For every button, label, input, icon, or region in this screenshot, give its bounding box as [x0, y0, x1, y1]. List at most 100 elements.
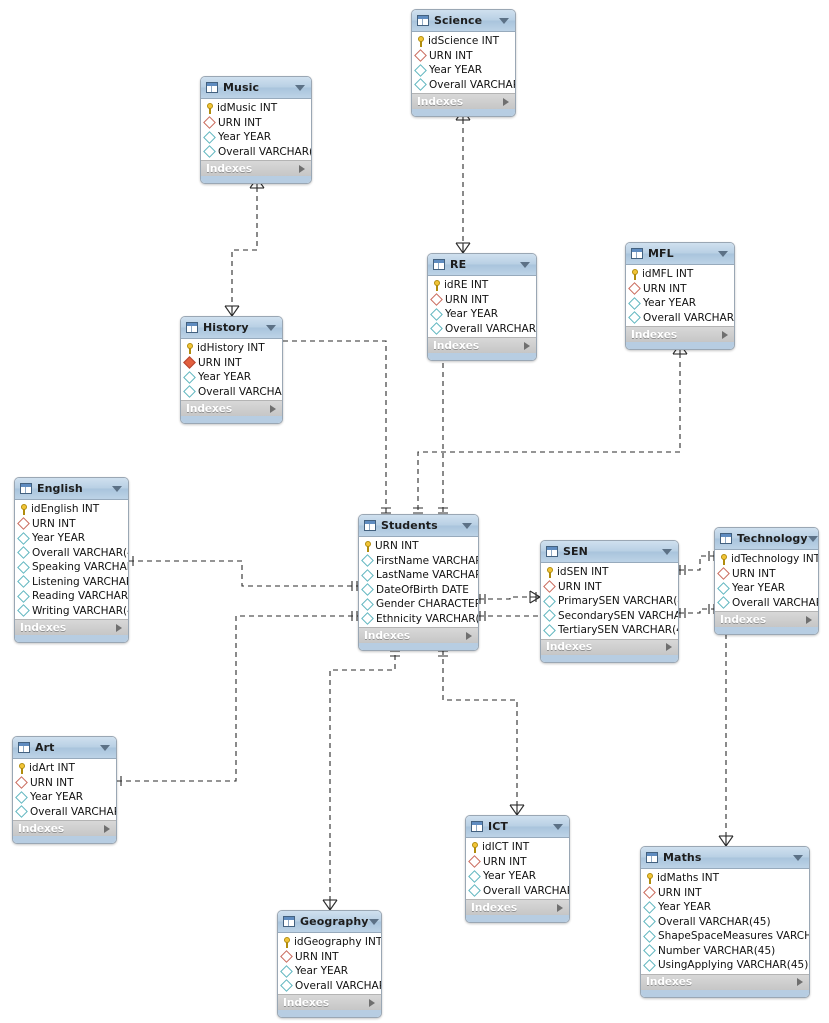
column-row[interactable]: idICT INT	[466, 840, 569, 855]
chevron-right-icon[interactable]	[104, 824, 110, 833]
table-header-mfl[interactable]: MFL	[626, 243, 734, 265]
indexes-bar-sen[interactable]: Indexes	[541, 638, 678, 655]
table-header-art[interactable]: Art	[13, 737, 116, 759]
entity-table-re[interactable]: RE idRE INT URN INT Year YEAR Overall VARCHA…	[427, 253, 537, 361]
chevron-right-icon[interactable]	[270, 404, 276, 413]
column-row[interactable]: Overall VARCHAR(45)	[13, 805, 116, 820]
entity-table-sen[interactable]: SEN idSEN INTURN INT PrimarySEN VARCHAR(45…	[540, 540, 679, 663]
entity-table-geography[interactable]: Geography idGeography INT URN INT Year YEAR…	[277, 910, 382, 1018]
indexes-bar-history[interactable]: Indexes	[181, 400, 282, 416]
column-row[interactable]: Year YEAR	[201, 130, 311, 145]
column-row[interactable]: Overall VARCHAR(45)	[278, 979, 381, 994]
column-row[interactable]: URN INT	[201, 116, 311, 131]
column-row[interactable]: idMFL INT	[626, 267, 734, 282]
column-row[interactable]: Overall VARCHAR(45)	[641, 915, 809, 930]
column-row[interactable]: idHistory INT	[181, 341, 282, 356]
column-row[interactable]: idGeography INT	[278, 935, 381, 950]
column-row[interactable]: Overall VARCHAR(45)	[626, 311, 734, 326]
chevron-right-icon[interactable]	[503, 97, 509, 106]
column-row[interactable]: FirstName VARCHAR(45)	[359, 554, 478, 569]
column-row[interactable]: URN INT	[626, 282, 734, 297]
column-row[interactable]: URN INT	[278, 950, 381, 965]
column-row[interactable]: Speaking VARCHAR(45)	[15, 560, 128, 575]
column-row[interactable]: Ethnicity VARCHAR(45)	[359, 612, 478, 627]
column-row[interactable]: LastName VARCHAR(45)	[359, 568, 478, 583]
indexes-bar-english[interactable]: Indexes	[15, 619, 128, 635]
chevron-right-icon[interactable]	[466, 631, 472, 640]
chevron-down-icon[interactable]	[553, 823, 563, 830]
chevron-right-icon[interactable]	[116, 623, 122, 632]
er-diagram-canvas[interactable]: Science idScience INT URN INT Year YEAR Over…	[0, 0, 829, 1023]
column-row[interactable]: Year YEAR	[466, 869, 569, 884]
chevron-right-icon[interactable]	[666, 643, 672, 651]
column-row[interactable]: URN INT	[181, 356, 282, 371]
column-row[interactable]: Year YEAR	[181, 370, 282, 385]
column-row[interactable]: URN INT	[428, 293, 536, 308]
entity-table-history[interactable]: History idHistory INT URN INT Year YEAR Over…	[180, 316, 283, 424]
chevron-down-icon[interactable]	[100, 744, 110, 751]
column-row[interactable]: URN INT	[715, 567, 818, 582]
table-header-maths[interactable]: Maths	[641, 847, 809, 869]
column-row[interactable]: URN INT	[359, 539, 478, 554]
column-row[interactable]: Writing VARCHAR(45)	[15, 604, 128, 619]
entity-table-mfl[interactable]: MFL idMFL INT URN INT Year YEAR Overall VARC…	[625, 242, 735, 350]
table-header-sen[interactable]: SEN	[541, 541, 678, 563]
table-header-science[interactable]: Science	[412, 10, 515, 32]
indexes-bar-students[interactable]: Indexes	[359, 627, 478, 643]
indexes-bar-art[interactable]: Indexes	[13, 820, 116, 836]
column-row[interactable]: Overall VARCHAR(45)	[715, 596, 818, 611]
table-header-music[interactable]: Music	[201, 77, 311, 99]
chevron-down-icon[interactable]	[266, 324, 276, 331]
indexes-bar-science[interactable]: Indexes	[412, 93, 515, 109]
column-row[interactable]: Year YEAR	[412, 63, 515, 78]
chevron-down-icon[interactable]	[807, 535, 818, 542]
column-row[interactable]: URN INT	[412, 49, 515, 64]
chevron-down-icon[interactable]	[718, 250, 728, 257]
column-row[interactable]: Year YEAR	[278, 964, 381, 979]
column-row[interactable]: Overall VARCHAR(45)	[201, 145, 311, 160]
column-row[interactable]: idMaths INT	[641, 871, 809, 886]
entity-table-science[interactable]: Science idScience INT URN INT Year YEAR Over…	[411, 9, 516, 117]
column-row[interactable]: PrimarySEN VARCHAR(45)	[541, 594, 678, 609]
chevron-right-icon[interactable]	[557, 903, 563, 912]
column-row[interactable]: Reading VARCHAR(45)	[15, 589, 128, 604]
table-header-history[interactable]: History	[181, 317, 282, 339]
table-header-ict[interactable]: ICT	[466, 816, 569, 838]
column-row[interactable]: idArt INT	[13, 761, 116, 776]
column-row[interactable]: Listening VARCHAR(45)	[15, 575, 128, 590]
entity-table-music[interactable]: Music idMusic INT URN INT Year YEAR Overall …	[200, 76, 312, 184]
chevron-down-icon[interactable]	[793, 854, 803, 861]
entity-table-technology[interactable]: Technology idTechnology INT URN INT Year YE…	[714, 527, 819, 635]
chevron-right-icon[interactable]	[524, 341, 530, 350]
column-row[interactable]: URN INT	[541, 580, 678, 595]
entity-table-students[interactable]: Students URN INTFirstName VARCHAR(45) Last…	[358, 514, 479, 651]
column-row[interactable]: Year YEAR	[428, 307, 536, 322]
column-row[interactable]: URN INT	[13, 776, 116, 791]
indexes-bar-ict[interactable]: Indexes	[466, 899, 569, 915]
table-header-geography[interactable]: Geography	[278, 911, 381, 933]
chevron-down-icon[interactable]	[295, 84, 305, 91]
chevron-right-icon[interactable]	[797, 978, 803, 986]
column-row[interactable]: Year YEAR	[13, 790, 116, 805]
column-row[interactable]: Overall VARCHAR(45)	[15, 546, 128, 561]
column-row[interactable]: ShapeSpaceMeasures VARCHAR(45)	[641, 929, 809, 944]
table-header-students[interactable]: Students	[359, 515, 478, 537]
entity-table-english[interactable]: English idEnglish INT URN INT Year YEAR Over…	[14, 477, 129, 643]
chevron-down-icon[interactable]	[462, 522, 472, 529]
entity-table-ict[interactable]: ICT idICT INT URN INT Year YEAR Overall VARC…	[465, 815, 570, 923]
column-row[interactable]: Year YEAR	[641, 900, 809, 915]
chevron-down-icon[interactable]	[499, 17, 509, 24]
column-row[interactable]: Overall VARCHAR(45)	[466, 884, 569, 899]
chevron-down-icon[interactable]	[112, 485, 122, 492]
column-row[interactable]: URN INT	[15, 517, 128, 532]
indexes-bar-technology[interactable]: Indexes	[715, 611, 818, 627]
column-row[interactable]: SecondarySEN VARCHAR(45)	[541, 609, 678, 624]
indexes-bar-re[interactable]: Indexes	[428, 337, 536, 353]
chevron-down-icon[interactable]	[520, 261, 530, 268]
chevron-right-icon[interactable]	[722, 330, 728, 339]
column-row[interactable]: Overall VARCHAR(45)	[428, 322, 536, 337]
column-row[interactable]: Year YEAR	[715, 581, 818, 596]
column-row[interactable]: idScience INT	[412, 34, 515, 49]
column-row[interactable]: Gender CHARACTER	[359, 597, 478, 612]
indexes-bar-mfl[interactable]: Indexes	[626, 326, 734, 342]
